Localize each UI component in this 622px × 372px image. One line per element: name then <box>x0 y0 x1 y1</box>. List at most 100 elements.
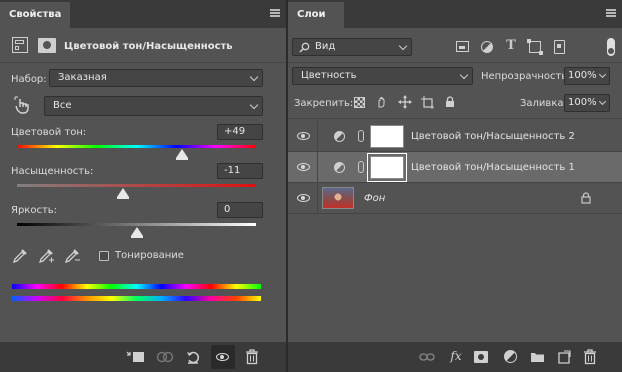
filter-kind-value: Вид <box>315 41 336 52</box>
filter-kind-dropdown[interactable]: Вид <box>292 38 412 56</box>
layer-name: Цветовой тон/Насыщенность 1 <box>411 162 575 173</box>
blend-mode-value: Цветность <box>301 70 357 81</box>
folder-icon[interactable] <box>530 351 545 363</box>
fill-value: 100% <box>568 97 597 108</box>
lock-icon <box>581 192 591 204</box>
fill-label: Заливка: <box>520 98 567 109</box>
hue-slider-track[interactable] <box>17 145 256 148</box>
link-icon[interactable] <box>358 161 364 173</box>
lock-transparent-icon[interactable] <box>354 97 365 108</box>
mask-icon[interactable] <box>474 351 488 363</box>
adjustment-icon[interactable] <box>504 350 517 363</box>
filter-smartobject-icon[interactable] <box>554 40 565 54</box>
eye-icon <box>297 132 310 140</box>
properties-tabbar: Свойства <box>0 0 286 28</box>
lightness-slider-track[interactable] <box>17 223 256 226</box>
targeted-adjustment-hand-icon[interactable] <box>14 96 30 114</box>
chevron-down-icon <box>459 70 469 80</box>
hue-input[interactable]: +49 <box>217 124 263 140</box>
chevron-down-icon <box>398 41 408 51</box>
blend-mode-dropdown[interactable]: Цветность <box>292 67 473 85</box>
filter-shape-icon[interactable] <box>527 39 543 55</box>
filter-type-icon[interactable]: T <box>504 39 518 53</box>
reset-icon[interactable] <box>185 349 201 365</box>
colorize-label: Тонирование <box>115 250 184 261</box>
properties-panel: Свойства Цветовой тон/Насыщенность Набор… <box>0 0 286 372</box>
lightness-slider-thumb[interactable] <box>130 227 143 238</box>
visibility-toggle[interactable] <box>288 152 318 183</box>
panel-menu-icon[interactable] <box>606 9 616 17</box>
opacity-value: 100% <box>568 70 597 81</box>
colorize-checkbox[interactable] <box>99 251 109 261</box>
lock-label: Закрепить: <box>294 98 354 109</box>
preset-dropdown[interactable]: Заказная <box>49 69 263 87</box>
lock-position-icon[interactable] <box>398 95 412 109</box>
hue-slider-thumb[interactable] <box>175 149 188 160</box>
layer-mask-thumbnail[interactable] <box>370 125 404 148</box>
link-icon[interactable] <box>358 130 364 142</box>
hue-label: Цветовой тон: <box>11 127 87 138</box>
lightness-input[interactable]: 0 <box>217 202 263 218</box>
panel-menu-icon[interactable] <box>270 9 280 17</box>
source-color-bar <box>12 284 261 289</box>
layer-row[interactable]: Цветовой тон/Насыщенность 2 <box>288 121 622 152</box>
visibility-toggle-button[interactable] <box>211 345 235 369</box>
adjustment-layer-icon[interactable] <box>12 37 28 53</box>
chevron-down-icon <box>598 97 607 106</box>
lock-all-icon[interactable] <box>445 96 455 108</box>
lock-artboard-icon[interactable] <box>421 96 434 109</box>
layers-bottom-bar: fx <box>288 342 622 372</box>
clip-to-layer-icon[interactable] <box>125 350 145 364</box>
layer-row[interactable]: Фон <box>288 183 622 214</box>
header-divider <box>0 62 286 63</box>
eye-icon <box>297 194 310 202</box>
filter-divider <box>288 62 622 63</box>
preset-label: Набор: <box>11 74 47 85</box>
preset-value: Заказная <box>58 72 107 83</box>
layers-panel: Слои Вид T Цветность Непрозрачность: 100… <box>288 0 622 372</box>
eyedropper-subtract-icon[interactable] <box>64 248 82 264</box>
properties-bottom-bar <box>0 342 286 372</box>
eye-icon <box>297 163 310 171</box>
saturation-slider-track[interactable] <box>17 184 256 187</box>
filter-pixel-icon[interactable] <box>456 41 469 52</box>
trash-icon[interactable] <box>245 349 259 365</box>
trash-icon[interactable] <box>583 349 597 365</box>
channel-dropdown[interactable]: Все <box>44 96 263 116</box>
fx-icon[interactable]: fx <box>447 349 465 363</box>
chevron-down-icon <box>249 100 259 110</box>
layer-name: Цветовой тон/Насыщенность 2 <box>411 131 575 142</box>
opacity-input[interactable]: 100% <box>564 67 610 85</box>
saturation-slider-thumb[interactable] <box>117 188 130 199</box>
visibility-toggle[interactable] <box>288 121 318 152</box>
view-previous-icon[interactable] <box>155 350 175 364</box>
tab-properties[interactable]: Свойства <box>0 2 71 28</box>
filter-toggle-switch[interactable] <box>607 38 615 56</box>
channel-value: Все <box>53 100 72 111</box>
saturation-label: Насыщенность: <box>11 166 94 177</box>
tab-layers[interactable]: Слои <box>288 2 344 28</box>
opacity-label: Непрозрачность: <box>481 71 571 82</box>
saturation-input[interactable]: -11 <box>217 163 263 179</box>
layer-mask-thumbnail[interactable] <box>367 153 407 182</box>
filter-adjustment-icon[interactable] <box>481 41 493 53</box>
properties-header-title: Цветовой тон/Насыщенность <box>64 41 233 52</box>
eyedropper-add-icon[interactable] <box>38 248 56 264</box>
result-color-bar <box>12 296 261 301</box>
chevron-down-icon <box>598 70 607 79</box>
fill-input[interactable]: 100% <box>564 94 610 112</box>
eyedropper-icon[interactable] <box>12 248 28 264</box>
adjustment-layer-icon <box>334 162 345 173</box>
layer-mask-icon[interactable] <box>38 38 56 53</box>
adjustment-layer-icon <box>334 131 345 142</box>
search-icon <box>299 42 310 53</box>
layer-thumbnail <box>322 187 354 209</box>
visibility-toggle[interactable] <box>288 183 318 214</box>
lock-image-icon[interactable] <box>376 96 388 108</box>
new-layer-icon[interactable] <box>558 350 571 364</box>
lightness-label: Яркость: <box>11 205 58 216</box>
eye-icon <box>216 353 229 361</box>
layer-row-selected[interactable]: Цветовой тон/Насыщенность 1 <box>288 152 622 183</box>
link-icon[interactable] <box>419 352 435 362</box>
layer-name: Фон <box>364 193 386 204</box>
